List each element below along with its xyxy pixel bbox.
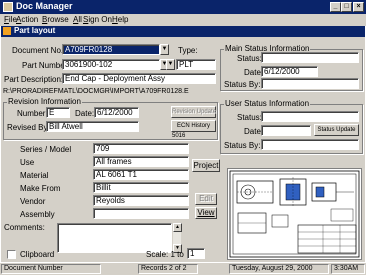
close-button[interactable]: × bbox=[353, 2, 364, 12]
revision-number-label: Number: bbox=[17, 109, 48, 118]
comments-scrollbar[interactable]: ▲ ▼ bbox=[172, 223, 182, 253]
status-bar: Document Number Records 2 of 2 Tuesday, … bbox=[0, 263, 366, 275]
user-status-date-field[interactable] bbox=[261, 125, 311, 136]
status-update-button[interactable]: Status Update bbox=[314, 124, 359, 136]
user-status-group: User Status Information Status: Date: St… bbox=[220, 99, 363, 154]
comments-label: Comments: bbox=[4, 223, 45, 232]
user-status-by-label: Status By: bbox=[224, 141, 261, 150]
series-model-label: Series / Model bbox=[20, 145, 72, 154]
revised-by-field[interactable]: Bill Atwell bbox=[46, 121, 139, 132]
maximize-button[interactable]: □ bbox=[341, 2, 352, 12]
file-path: R:\PRORADIREFMATL\DOCMGR\IMPORT\A709FR01… bbox=[3, 88, 189, 95]
part-description-label: Part Description: bbox=[4, 75, 64, 84]
user-status-field[interactable] bbox=[261, 111, 359, 122]
document-no-label: Document No.: bbox=[12, 46, 66, 55]
user-status-by-field[interactable] bbox=[261, 139, 359, 150]
document-no-field[interactable]: A709FR0128 bbox=[62, 44, 160, 55]
window-title-bar: Doc Manager _ □ × bbox=[0, 0, 366, 14]
part-number-field[interactable]: 3061900-102 bbox=[62, 59, 160, 70]
assembly-label: Assembly bbox=[20, 210, 55, 219]
status-field-name: Document Number bbox=[1, 264, 101, 274]
material-field[interactable]: AL 6061 T1 bbox=[93, 169, 189, 180]
window-title: Doc Manager bbox=[16, 1, 73, 11]
revision-update-button[interactable]: Revision Update bbox=[171, 106, 216, 118]
scroll-up-icon[interactable]: ▲ bbox=[173, 223, 182, 232]
main-status-field[interactable] bbox=[261, 52, 359, 63]
revised-by-label: Revised By: bbox=[7, 123, 50, 132]
project-button[interactable]: Project bbox=[192, 159, 220, 172]
drawing-preview[interactable] bbox=[227, 168, 362, 260]
menu-help[interactable]: Help bbox=[112, 15, 128, 24]
type-label: Type: bbox=[178, 46, 198, 55]
revision-date-field[interactable]: 6/12/2000 bbox=[94, 107, 139, 118]
revision-date-label: Date: bbox=[75, 109, 95, 118]
assembly-field[interactable] bbox=[93, 208, 189, 219]
menu-sign-on[interactable]: Sign On bbox=[83, 15, 112, 24]
status-date: Tuesday, August 29, 2000 bbox=[229, 264, 329, 274]
scale-field[interactable]: 1 bbox=[187, 248, 205, 259]
main-status-by-field[interactable] bbox=[261, 78, 359, 89]
edit-button[interactable]: Edit bbox=[195, 193, 217, 205]
part-type-dropdown-icon[interactable]: ▼ bbox=[166, 59, 175, 70]
status-time: 3:30AM bbox=[331, 264, 365, 274]
main-status-group: Main Status Information Status: Date: 6/… bbox=[220, 44, 363, 91]
menu-file[interactable]: File bbox=[4, 15, 17, 24]
document-no-dropdown-icon[interactable]: ▼ bbox=[160, 44, 169, 55]
part-type-field[interactable]: PLT bbox=[176, 59, 216, 70]
menu-browse[interactable]: Browse bbox=[42, 15, 69, 24]
child-window-title: Part layout bbox=[14, 26, 56, 35]
user-status-group-title: User Status Information bbox=[224, 99, 311, 108]
main-status-label: Status: bbox=[237, 54, 262, 63]
ecn-number: 5016 bbox=[172, 133, 186, 139]
vendor-field[interactable]: Reyolds bbox=[93, 195, 189, 206]
vendor-label: Vendor bbox=[20, 197, 46, 206]
child-window-title-bar: Part layout bbox=[1, 26, 365, 37]
form-area: Document No.: A709FR0128 ▼ Type: Part Nu… bbox=[1, 37, 365, 262]
comments-field[interactable] bbox=[57, 223, 172, 253]
series-model-field[interactable]: 709 bbox=[93, 143, 189, 154]
document-icon bbox=[3, 27, 11, 35]
scale-label: Scale: 1 to bbox=[146, 250, 184, 259]
menu-all[interactable]: All bbox=[73, 15, 82, 24]
technical-drawing-image bbox=[229, 170, 360, 258]
make-from-label: Make From bbox=[20, 184, 61, 193]
make-from-field[interactable]: Billit bbox=[93, 182, 189, 193]
app-icon bbox=[3, 2, 13, 12]
main-status-date-field[interactable]: 6/12/2000 bbox=[261, 66, 318, 77]
menu-bar: File Action Browse All Sign On Help bbox=[0, 14, 366, 26]
ecn-history-button[interactable]: ECN History bbox=[171, 120, 216, 132]
status-records: Records 2 of 2 bbox=[138, 264, 198, 274]
part-description-field[interactable]: End Cap - Deployment Assy bbox=[62, 73, 216, 84]
revision-group-title: Revision Information bbox=[7, 97, 82, 106]
clipboard-label: Clipboard bbox=[20, 250, 55, 259]
revision-group: Revision Information Number: E Date: 6/1… bbox=[3, 97, 218, 140]
use-field[interactable]: All frames bbox=[93, 156, 189, 167]
menu-action[interactable]: Action bbox=[16, 15, 38, 24]
clipboard-checkbox[interactable] bbox=[7, 250, 16, 259]
main-status-by-label: Status By: bbox=[224, 80, 261, 89]
user-status-label: Status: bbox=[237, 113, 262, 122]
material-label: Material bbox=[20, 171, 49, 180]
view-button[interactable]: View bbox=[195, 207, 217, 219]
minimize-button[interactable]: _ bbox=[330, 2, 341, 12]
revision-number-field[interactable]: E bbox=[46, 107, 70, 118]
use-label: Use bbox=[20, 158, 35, 167]
